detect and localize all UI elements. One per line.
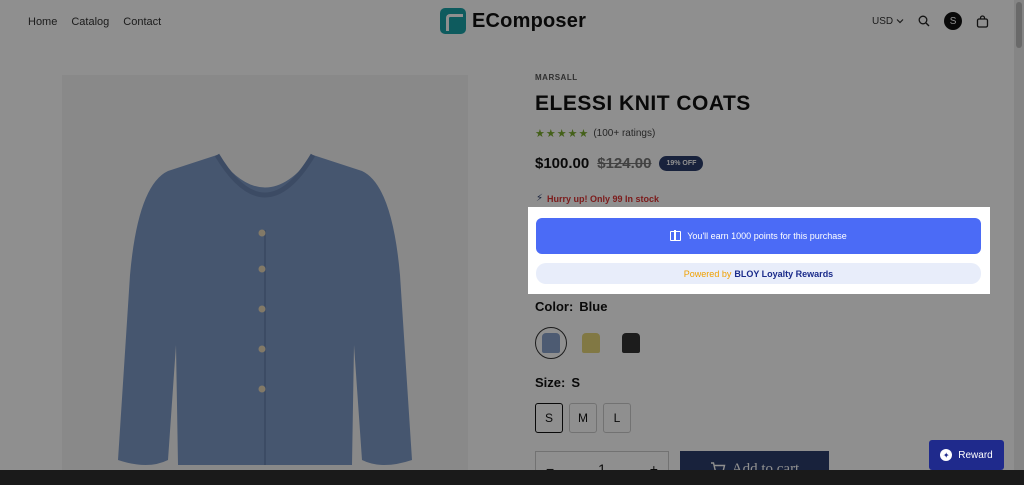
loyalty-widget: You'll earn 1000 points for this purchas…	[528, 207, 990, 294]
earn-points-button[interactable]: You'll earn 1000 points for this purchas…	[536, 218, 981, 254]
powered-by-bar[interactable]: Powered by BLOY Loyalty Rewards	[536, 263, 981, 284]
reward-label: Reward	[958, 449, 993, 461]
gift-icon	[670, 230, 682, 241]
powered-by-brand: BLOY Loyalty Rewards	[734, 268, 834, 279]
reward-launcher-button[interactable]: ✦ Reward	[929, 440, 1004, 470]
powered-by-prefix: Powered by	[683, 268, 732, 279]
reward-icon: ✦	[940, 449, 953, 461]
earn-points-text: You'll earn 1000 points for this purchas…	[687, 231, 847, 241]
bottom-bar	[0, 470, 1024, 485]
